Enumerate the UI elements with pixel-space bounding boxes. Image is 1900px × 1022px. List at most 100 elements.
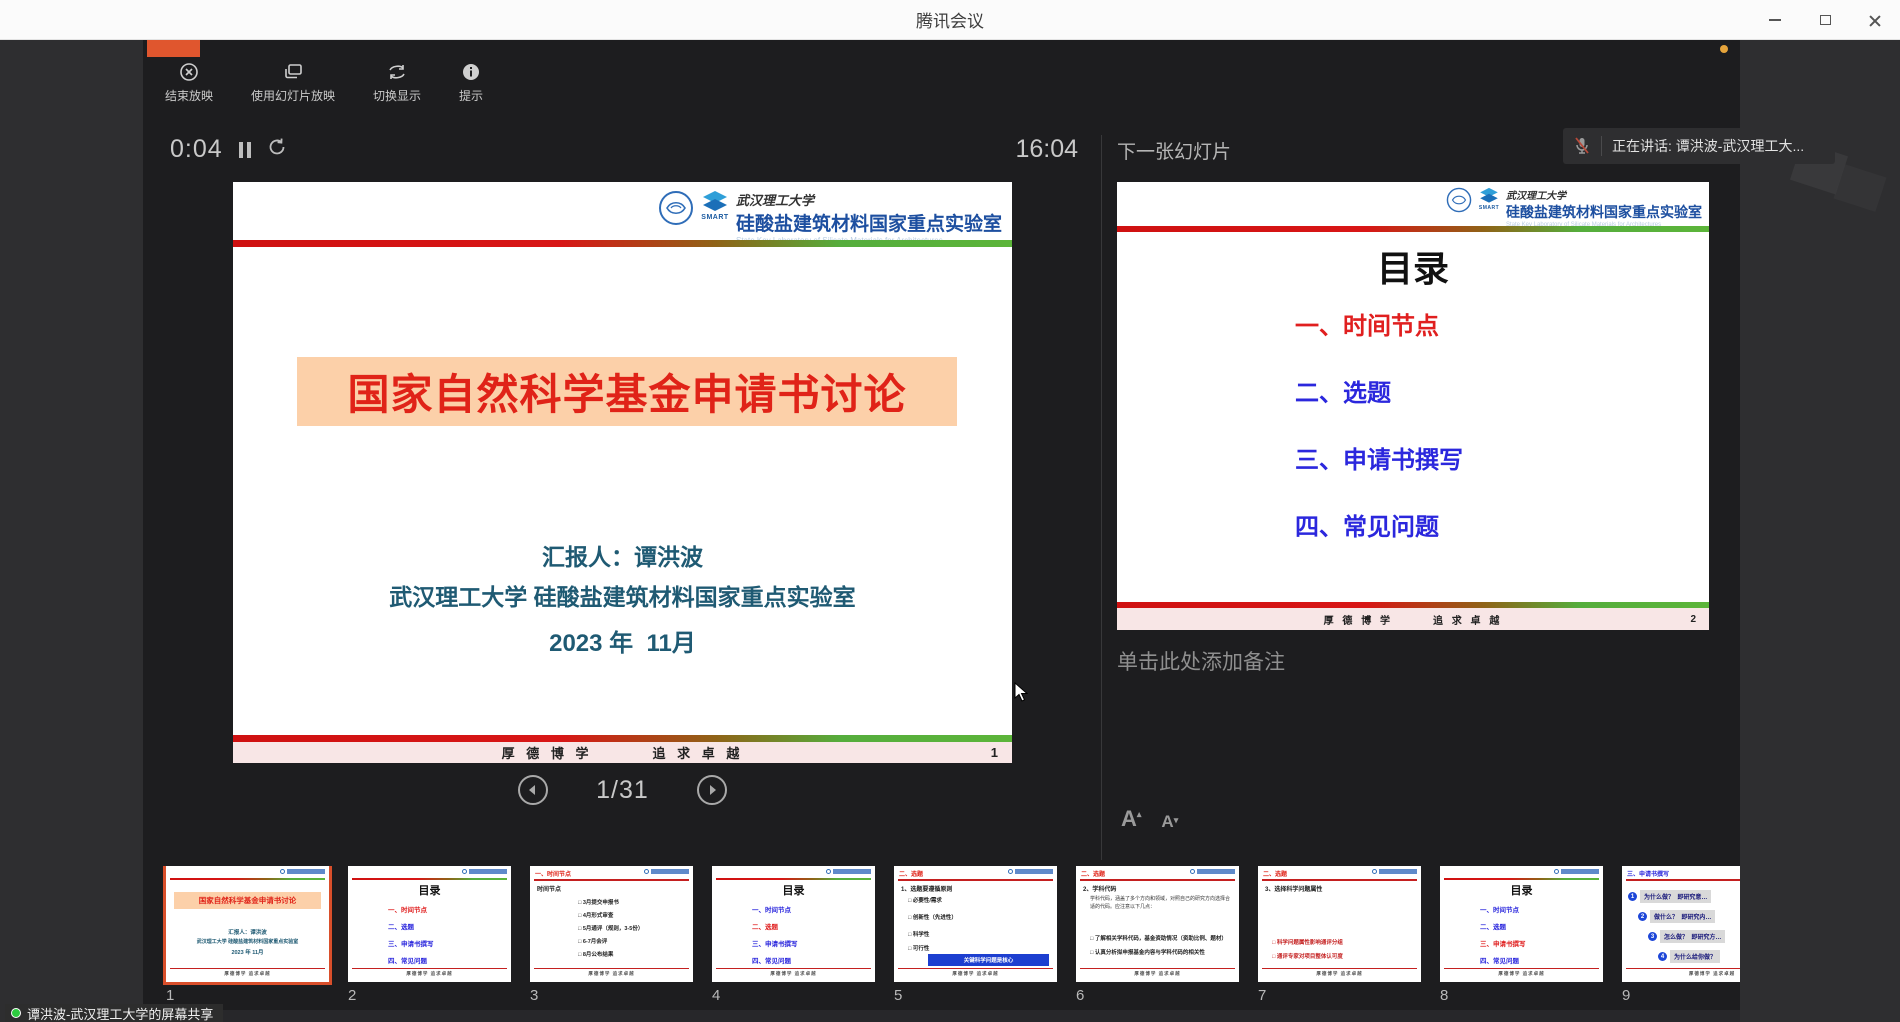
filmstrip-slot: 目录 一、时间节点 二、选题 三、申请书撰写 四、常见问题 厚德博学 追求卓越 … — [1440, 866, 1603, 1022]
mini-logo — [1190, 869, 1235, 874]
mini-accent-bar — [170, 878, 325, 880]
next-arrow-icon — [706, 784, 718, 796]
minimize-button[interactable] — [1764, 9, 1786, 31]
font-decrease-button[interactable]: A ▾ — [1161, 812, 1178, 832]
active-speaker-toast: 正在讲话: 谭洪波-武汉理工大... — [1563, 128, 1835, 164]
filmstrip-slot: 国家自然科学基金申请书讨论 汇报人：谭洪波 武汉理工大学 硅酸盐建筑材料国家重点… — [166, 866, 329, 1022]
slide-motto-right: 追 求 卓 越 — [653, 743, 744, 762]
close-icon — [1869, 14, 1881, 26]
slide-accent-bar-top — [1117, 226, 1709, 232]
mini-item: □ 4月形式审查 — [578, 911, 613, 919]
maximize-button[interactable] — [1814, 9, 1836, 31]
muted-mic-icon — [1573, 136, 1591, 156]
slide-page-number: 1 — [991, 745, 1002, 760]
slide-thumbnail-7[interactable]: 二、选题 3、选择科学问题属性 □ 科学问题属性影响通评分组 □ 通评专家对项目… — [1258, 866, 1421, 982]
close-button[interactable] — [1864, 9, 1886, 31]
mini-header-line — [1080, 879, 1235, 881]
filmstrip-slot: 二、选题 2、学科代码 学科代码，涵盖了多个方向和领域，对照自己的研究方向选择合… — [1076, 866, 1239, 1022]
mini-title: 目录 — [1440, 882, 1603, 898]
share-status-dot-icon — [11, 1008, 21, 1018]
presenter-line: 汇报人：谭洪波 — [233, 538, 1012, 572]
slide-thumbnail-8[interactable]: 目录 一、时间节点 二、选题 三、申请书撰写 四、常见问题 厚德博学 追求卓越 — [1440, 866, 1603, 982]
thumbnail-number: 4 — [712, 987, 875, 1004]
slide-motto-left: 厚 德 博 学 — [1324, 612, 1393, 627]
switch-display-button[interactable]: 切换显示 — [373, 62, 421, 104]
minimize-icon — [1769, 19, 1781, 21]
mini-title: 目录 — [712, 882, 875, 898]
font-increase-letter: A — [1121, 806, 1137, 832]
university-name: 武汉理工大学 — [736, 190, 814, 209]
mini-step: 2 做什么？ 即研究内… — [1638, 910, 1715, 923]
mini-logo — [1372, 869, 1417, 874]
mini-subtitle: 2、学科代码 — [1083, 884, 1116, 893]
mini-item: □ 可行性 — [908, 944, 929, 952]
mini-item: □ 科学性 — [908, 930, 929, 938]
thumbnail-number: 1 — [166, 987, 329, 1004]
pause-timer-button[interactable] — [239, 142, 251, 158]
info-icon — [461, 62, 481, 82]
notes-input[interactable]: 单击此处添加备注 — [1117, 646, 1285, 676]
slide-accent-bar-bottom — [233, 735, 1012, 742]
font-increase-button[interactable]: A ▴ — [1121, 806, 1141, 832]
slide-thumbnail-9[interactable]: 三、申请书撰写 1 为什么做？ 即研究意… 2 做什么？ 即研究内… 3 怎么做… — [1622, 866, 1740, 982]
mini-footer-text: 厚德博学 追求卓越 — [166, 971, 329, 977]
filmstrip-slot: 一、时间节点 时间节点 □ 3月提交申报书 □ 4月形式审查 □ 5月通评（规则… — [530, 866, 693, 1022]
smart-logo: SMART — [700, 190, 730, 221]
toast-divider — [1601, 136, 1602, 156]
slide-thumbnail-2[interactable]: 目录 一、时间节点 二、选题 三、申请书撰写 四、常见问题 厚德博学 追求卓越 — [348, 866, 511, 982]
font-decrease-letter: A — [1161, 812, 1173, 832]
mini-footer-line — [170, 968, 325, 970]
tips-button[interactable]: 提示 — [459, 62, 483, 104]
presenter-bottom-strip — [143, 1010, 1740, 1022]
slide-thumbnail-3[interactable]: 一、时间节点 时间节点 □ 3月提交申报书 □ 4月形式审查 □ 5月通评（规则… — [530, 866, 693, 982]
university-seal-icon — [658, 190, 694, 226]
slide-footer: 厚 德 博 学 追 求 卓 越 1 — [233, 742, 1012, 763]
mini-item: □ 6-7月会评 — [578, 937, 607, 945]
mini-note: 学科代码，涵盖了多个方向和领域，对照自己的研究方向选择合适的代码。应注意以下几点… — [1090, 896, 1233, 911]
mini-title: 目录 — [348, 882, 511, 898]
app-title: 腾讯会议 — [916, 7, 984, 32]
current-time: 16:04 — [983, 135, 1078, 164]
slide-thumbnail-1[interactable]: 国家自然科学基金申请书讨论 汇报人：谭洪波 武汉理工大学 硅酸盐建筑材料国家重点… — [166, 866, 329, 982]
lab-name-cn: 硅酸盐建筑材料国家重点实验室 — [736, 209, 1002, 236]
end-show-button[interactable]: 结束放映 — [165, 62, 213, 104]
mini-accent-bar — [716, 878, 871, 880]
smart-logo-icon — [700, 190, 730, 214]
previous-slide-button[interactable] — [518, 775, 548, 805]
maximize-icon — [1820, 15, 1831, 25]
window-controls — [1764, 0, 1886, 40]
smart-logo: SMART — [1478, 187, 1500, 211]
mini-banner: 关键科学问题是核心 — [928, 954, 1049, 966]
next-slide-button[interactable] — [697, 775, 727, 805]
switch-display-label: 切换显示 — [373, 87, 421, 104]
mini-logo — [1554, 869, 1599, 874]
step-number-badge: 2 — [1638, 912, 1647, 921]
mini-footer-text: 厚德博学 追求卓越 — [894, 971, 1057, 977]
mini-item: □ 5月通评（规则，3-5份） — [578, 924, 643, 932]
notes-font-controls: A ▴ A ▾ — [1121, 806, 1178, 832]
mini-item: □ 通评专家对项目整体认可度 — [1272, 952, 1343, 960]
mini-toc-item: 四、常见问题 — [388, 955, 427, 965]
reset-timer-button[interactable] — [267, 137, 287, 162]
thumbnail-number: 3 — [530, 987, 693, 1004]
step-number-badge: 4 — [1658, 952, 1667, 961]
slide-thumbnail-6[interactable]: 二、选题 2、学科代码 学科代码，涵盖了多个方向和领域，对照自己的研究方向选择合… — [1076, 866, 1239, 982]
use-slideshow-label: 使用幻灯片放映 — [251, 87, 335, 104]
end-show-icon — [179, 62, 199, 82]
mini-footer-text: 厚德博学 追求卓越 — [1622, 971, 1740, 977]
slide-thumbnail-5[interactable]: 二、选题 1、选题要遵循原则 □ 必要性/需求 □ 创新性（先进性） □ 科学性… — [894, 866, 1057, 982]
mini-toc-item: 三、申请书撰写 — [752, 938, 798, 948]
mini-title: 国家自然科学基金申请书讨论 — [174, 892, 321, 909]
slide-thumbnail-4[interactable]: 目录 一、时间节点 二、选题 三、申请书撰写 四、常见问题 厚德博学 追求卓越 — [712, 866, 875, 982]
mini-item: □ 创新性（先进性） — [908, 913, 957, 921]
app-titlebar: 腾讯会议 — [0, 0, 1900, 40]
use-slideshow-button[interactable]: 使用幻灯片放映 — [251, 62, 335, 104]
mini-accent-bar — [352, 878, 507, 880]
mini-step: 3 怎么做？ 即研究方… — [1648, 930, 1725, 943]
toc-item-1: 一、时间节点 — [1295, 306, 1439, 341]
filmstrip-slot: 三、申请书撰写 1 为什么做？ 即研究意… 2 做什么？ 即研究内… 3 怎么做… — [1622, 866, 1740, 1022]
active-speaker-text: 正在讲话: 谭洪波-武汉理工大... — [1612, 136, 1804, 156]
affiliation-line: 武汉理工大学 硅酸盐建筑材料国家重点实验室 — [233, 578, 1012, 612]
smart-logo-label: SMART — [701, 214, 728, 221]
next-slide-title: 目录 — [1117, 240, 1709, 292]
